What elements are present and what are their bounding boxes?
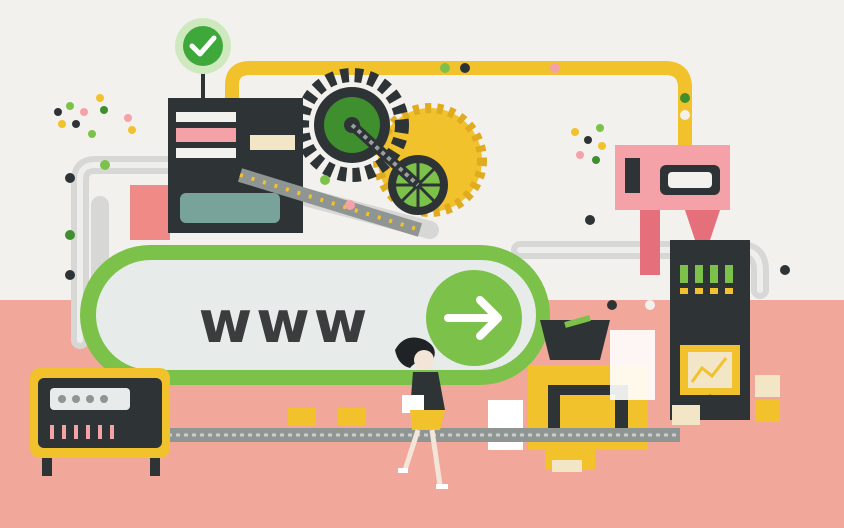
url-text: www: [199, 288, 372, 356]
check-icon: [175, 18, 231, 74]
illustration-scene: www: [0, 0, 844, 528]
control-tower: [670, 240, 750, 420]
arrow-right-icon: [426, 270, 522, 366]
url-bar: www: [80, 245, 550, 385]
website-factory-illustration: www: [0, 18, 844, 528]
gear-icon: [295, 68, 487, 217]
